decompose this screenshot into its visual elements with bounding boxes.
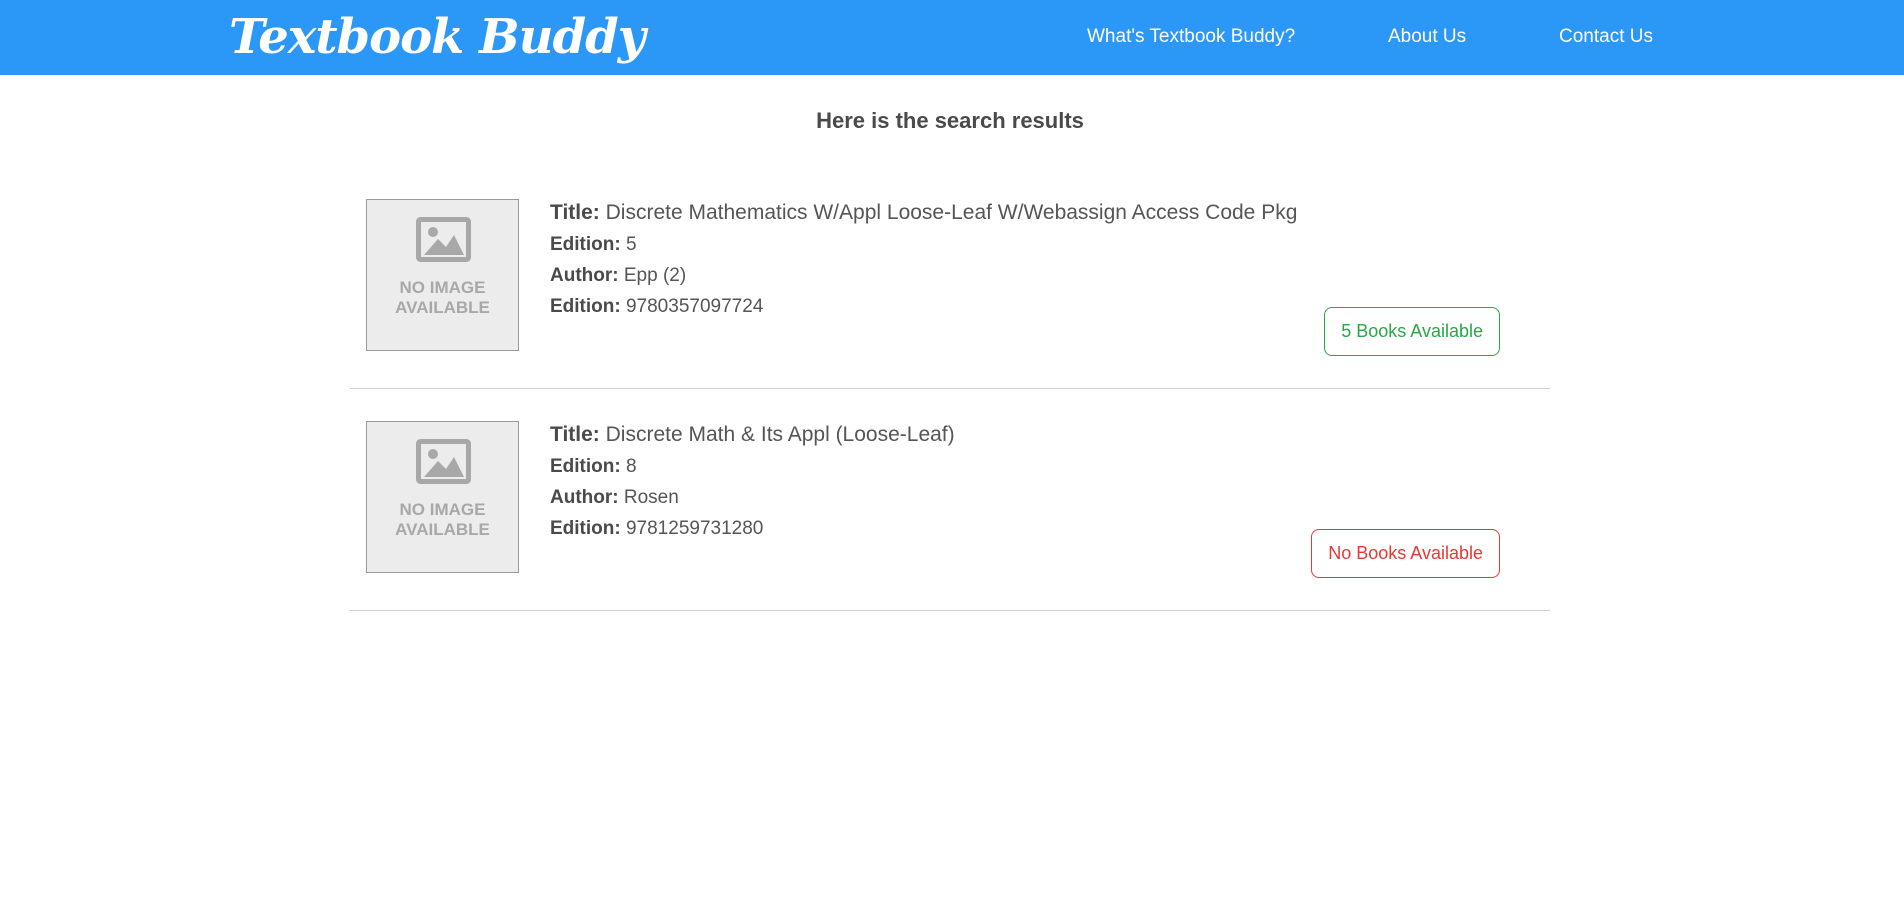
available-text: AVAILABLE xyxy=(395,520,490,539)
search-result-item: NO IMAGE AVAILABLE Title: Discrete Math … xyxy=(350,389,1550,611)
title-label: Title: xyxy=(550,423,600,446)
book-isbn: 9780357097724 xyxy=(625,296,764,317)
author-label: Author: xyxy=(550,487,619,508)
nav-link-about-us[interactable]: About Us xyxy=(1388,25,1466,49)
book-edition-line: Edition: 5 xyxy=(550,229,1297,260)
brand-logo[interactable]: Textbook Buddy xyxy=(229,6,646,68)
search-result-item: NO IMAGE AVAILABLE Title: Discrete Mathe… xyxy=(350,167,1550,389)
book-title: Discrete Mathematics W/Appl Loose-Leaf W… xyxy=(605,201,1298,224)
available-text: AVAILABLE xyxy=(395,298,490,317)
isbn-label: Edition: xyxy=(550,518,621,539)
no-image-placeholder: NO IMAGE AVAILABLE xyxy=(366,421,519,573)
book-author-line: Author: Epp (2) xyxy=(550,260,1297,291)
author-label: Author: xyxy=(550,265,619,286)
book-isbn: 9781259731280 xyxy=(625,518,764,539)
no-image-text: NO IMAGE xyxy=(399,500,486,519)
book-title: Discrete Math & Its Appl (Loose-Leaf) xyxy=(605,423,955,446)
book-title-line: Title: Discrete Mathematics W/Appl Loose… xyxy=(550,197,1297,229)
search-results-heading: Here is the search results xyxy=(816,108,1084,133)
top-navbar: Textbook Buddy What's Textbook Buddy? Ab… xyxy=(0,0,1904,75)
book-edition-line: Edition: 8 xyxy=(550,451,955,482)
book-title-line: Title: Discrete Math & Its Appl (Loose-L… xyxy=(550,419,955,451)
isbn-label: Edition: xyxy=(550,296,621,317)
book-info: Title: Discrete Math & Its Appl (Loose-L… xyxy=(550,419,955,544)
nav-link-whats-textbook-buddy[interactable]: What's Textbook Buddy? xyxy=(1087,25,1295,49)
book-edition: 5 xyxy=(625,234,637,255)
nav-link-contact-us[interactable]: Contact Us xyxy=(1559,25,1653,49)
book-isbn-line: Edition: 9780357097724 xyxy=(550,291,1297,322)
edition-label: Edition: xyxy=(550,456,621,477)
edition-label: Edition: xyxy=(550,234,621,255)
book-author: Rosen xyxy=(623,487,679,508)
image-icon xyxy=(416,217,471,262)
title-label: Title: xyxy=(550,201,600,224)
book-author: Epp (2) xyxy=(623,265,687,286)
availability-button[interactable]: 5 Books Available xyxy=(1324,307,1500,356)
image-icon xyxy=(416,439,471,484)
no-image-text: NO IMAGE xyxy=(399,278,486,297)
book-author-line: Author: Rosen xyxy=(550,482,955,513)
book-info: Title: Discrete Mathematics W/Appl Loose… xyxy=(550,197,1297,322)
availability-button[interactable]: No Books Available xyxy=(1311,529,1500,578)
no-image-placeholder: NO IMAGE AVAILABLE xyxy=(366,199,519,351)
book-isbn-line: Edition: 9781259731280 xyxy=(550,513,955,544)
book-edition: 8 xyxy=(625,456,637,477)
